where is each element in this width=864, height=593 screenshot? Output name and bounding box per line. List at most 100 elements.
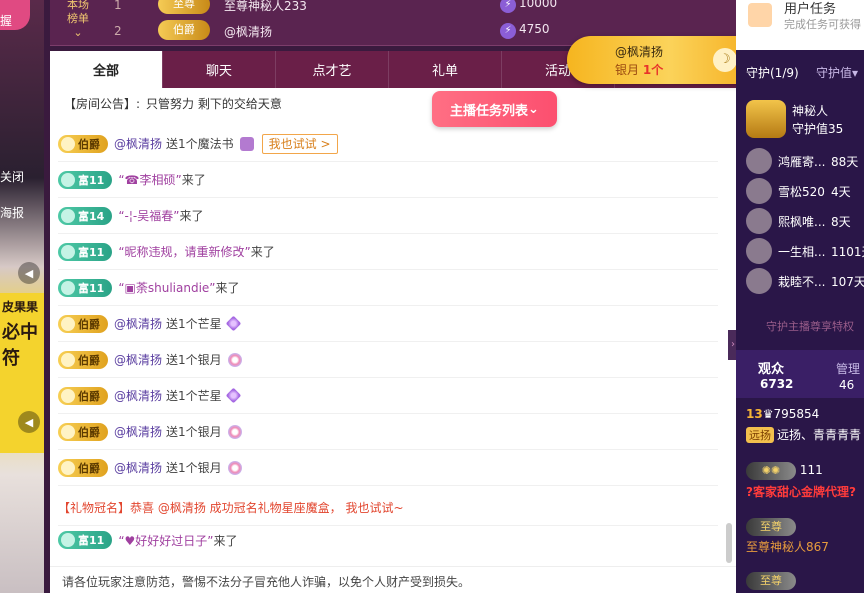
chat-panel: 【房间公告】: 只管努力 剩下的交给天意 主播任务列表 ⌄ 伯爵 @枫清扬 送1个魔法书…	[50, 88, 736, 566]
list-item: 伯爵 @枫清扬 送1个芒星	[58, 378, 718, 414]
star-gift-icon	[225, 315, 241, 332]
message-text: 送1个芒星	[166, 389, 222, 403]
list-item: 伯爵 @枫清扬 送1个芒星	[58, 306, 718, 342]
message-text: 来了	[181, 173, 206, 187]
message-user[interactable]: “▣荼shuliandie”	[118, 279, 215, 296]
viewers-box: 观众 6732 管理 46	[736, 350, 864, 398]
level-badge: 伯爵	[58, 386, 108, 405]
ranking-row[interactable]: 1 至尊 至尊神秘人233 ⚡ 10000	[110, 0, 720, 16]
list-item: 伯爵 @枫清扬 送1个银月	[58, 450, 718, 486]
mute-icon[interactable]: ◀	[18, 262, 40, 284]
user-task[interactable]: 用户任务 完成任务可获得	[736, 0, 864, 50]
task-icon	[748, 3, 772, 27]
currency-icon: ⚡	[500, 0, 516, 13]
audience-item[interactable]: 至尊	[746, 572, 796, 590]
tab-talent[interactable]: 点才艺	[276, 51, 389, 88]
level-badge: 富11	[58, 242, 113, 261]
message-user[interactable]: @枫清扬	[114, 423, 162, 440]
guard-item[interactable]: 雪松520 4天	[746, 178, 864, 204]
crown-icon: ♛	[762, 407, 774, 421]
avatar	[746, 238, 772, 264]
avatar	[746, 178, 772, 204]
guard-item[interactable]: 鸿雁寄... 88天	[746, 148, 864, 174]
moon-gift-icon	[227, 460, 242, 475]
message-user[interactable]: @枫清扬	[114, 459, 162, 476]
message-text: 来了	[250, 245, 275, 259]
level-badge: 富11	[58, 170, 113, 189]
mute-icon-2[interactable]: ◀	[18, 411, 40, 433]
level-badge: 伯爵	[58, 350, 108, 369]
ranking-score: ⚡ 4750	[500, 22, 550, 39]
close-button[interactable]: 关闭	[0, 168, 24, 185]
ranking-name: @枫清扬	[224, 25, 273, 39]
footer-warning: 请各位玩家注意防范，警惕不法分子冒充他人诈骗，以免个人财产受到损失。	[50, 566, 736, 593]
list-item: 伯爵 @枫清扬 送1个银月	[58, 342, 718, 378]
audience-item[interactable]: 远扬 远扬、青青青青	[746, 426, 861, 443]
tab-all[interactable]: 全部	[50, 51, 163, 88]
avatar	[746, 148, 772, 174]
message-user[interactable]: @枫清扬	[114, 351, 162, 368]
level-badge: 富11	[58, 531, 113, 549]
video-edge: 握 关闭 海报 ◀ 皮果果 必中符 ◀	[0, 0, 44, 593]
guard-privilege-link[interactable]: 守护主播尊享特权	[766, 318, 854, 334]
audience-item[interactable]: 至尊神秘人867	[746, 538, 829, 555]
book-gift-icon	[239, 136, 254, 151]
moon-gift-icon	[227, 424, 242, 439]
system-message: 【礼物冠名】恭喜 @枫清扬 成功冠名礼物星座魔盒， 我也试试~	[58, 490, 718, 526]
avatar	[746, 100, 786, 138]
list-item: 伯爵 @枫清扬 送1个银月	[58, 414, 718, 450]
task-list-button[interactable]: 主播任务列表 ⌄	[432, 91, 557, 127]
message-user[interactable]: @枫清扬	[114, 135, 162, 152]
vip-badge: ✺✺	[746, 462, 796, 480]
message-text: 送1个魔法书	[166, 137, 234, 151]
viewers-tab[interactable]: 观众	[758, 358, 784, 377]
message-text: 送1个芒星	[166, 317, 222, 331]
level-badge: 伯爵	[58, 314, 108, 333]
try-too-button[interactable]: 我也试试 >	[261, 133, 338, 154]
tab-guard-value[interactable]: 守护值▾	[816, 64, 858, 81]
message-user[interactable]: @枫清扬	[114, 315, 162, 332]
banner-item: 银月 1个	[615, 63, 664, 77]
list-item: 富14 “-¦-吴福春” 来了	[58, 198, 718, 234]
guard-item[interactable]: 熙枫唯... 8天	[746, 208, 864, 234]
audience-item[interactable]: 13♛795854	[746, 407, 819, 421]
message-text: 来了	[179, 209, 204, 223]
message-user[interactable]: @枫清扬	[114, 387, 162, 404]
room-notice: 【房间公告】: 只管努力 剩下的交给天意	[64, 97, 282, 111]
list-item: 富11 “▣荼shuliandie” 来了	[58, 270, 718, 306]
poster-button[interactable]: 海报	[0, 204, 24, 221]
guard-item[interactable]: 一生相...1101天	[746, 238, 864, 264]
tab-chat[interactable]: 聊天	[163, 51, 276, 88]
level-badge: 伯爵	[58, 422, 108, 441]
banner-user: @枫清扬	[615, 45, 664, 59]
message-text: 送1个银月	[166, 425, 222, 439]
list-item: 富11 “☎李相硕” 来了	[58, 162, 718, 198]
star-gift-icon	[225, 387, 241, 404]
message-user[interactable]: “昵称违规，请重新修改”	[118, 243, 250, 260]
tab-guard[interactable]: 守护(1/9)	[746, 64, 799, 81]
currency-icon: ⚡	[500, 23, 516, 39]
badge-bojue: 伯爵	[158, 20, 210, 40]
left-label-1: 握	[0, 14, 13, 28]
message-text: 来了	[215, 281, 240, 295]
ranking-name: 至尊神秘人233	[224, 0, 307, 13]
guard-item[interactable]: 栽睦不... 107天	[746, 268, 864, 294]
managers-tab[interactable]: 管理	[836, 360, 860, 377]
message-text: 送1个银月	[166, 353, 222, 367]
poster-title: 皮果果	[2, 300, 39, 314]
audience-item[interactable]: 至尊	[746, 518, 796, 536]
audience-item[interactable]: ?客家甜心金牌代理?	[746, 483, 856, 500]
ranking-label[interactable]: 本场榜单 ⌄	[64, 0, 92, 40]
message-user[interactable]: “-¦-吴福春”	[118, 207, 179, 224]
list-item: 伯爵 @枫清扬 送1个魔法书 我也试试 >	[58, 126, 718, 162]
scrollbar[interactable]	[726, 523, 732, 563]
level-badge: 富11	[58, 278, 113, 297]
level-badge: 富14	[58, 206, 113, 225]
moon-gift-icon: ☽	[713, 48, 737, 72]
audience-item[interactable]: ✺✺ 111	[746, 462, 823, 480]
right-panel: 用户任务 完成任务可获得 守护(1/9) 守护值▾ 神秘人 守护值35 鸿雁寄.…	[736, 0, 864, 593]
level-badge: 伯爵	[58, 458, 108, 477]
message-user[interactable]: “☎李相硕”	[118, 171, 181, 188]
avatar	[746, 208, 772, 234]
tab-gifts[interactable]: 礼单	[389, 51, 502, 88]
